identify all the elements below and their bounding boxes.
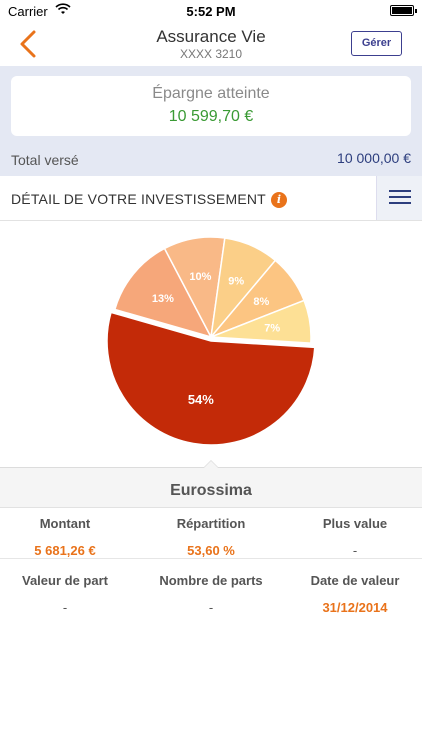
amount-header: Montant: [39, 516, 91, 531]
total-paid-value: 10 000,00 €: [337, 150, 411, 166]
unit-value-header: Valeur de part: [22, 573, 108, 588]
pie-slice-label: 7%: [264, 322, 280, 334]
fund-header: Eurossima: [0, 468, 422, 508]
pie-chart: 54% 13% 10% 9% 8% 7%: [106, 236, 316, 446]
savings-card: Épargne atteinte 10 599,70 €: [11, 76, 411, 136]
hamburger-icon-line: [389, 196, 411, 198]
unit-count-header: Nombre de parts: [159, 573, 263, 588]
value-date-header: Date de valeur: [310, 573, 400, 588]
navigation-bar: Assurance Vie XXXX 3210 Gérer: [0, 22, 422, 66]
hamburger-icon: [389, 190, 411, 192]
capital-gain-cell: Plus value -: [285, 516, 422, 558]
allocation-chart: 54% 13% 10% 9% 8% 7%: [0, 221, 422, 467]
allocation-value: 53,60 %: [187, 543, 235, 558]
total-paid-label: Total versé: [11, 152, 79, 168]
capital-gain-value: -: [352, 543, 358, 558]
investment-section-header: DÉTAIL DE VOTRE INVESTISSEMENT i: [0, 176, 422, 221]
capital-gain-header: Plus value: [322, 516, 388, 531]
manage-button[interactable]: Gérer: [351, 31, 402, 56]
savings-value: 10 599,70 €: [168, 108, 254, 125]
pie-slice-label: 54%: [188, 392, 214, 407]
pointer-caret-fill: [204, 461, 218, 468]
list-view-button[interactable]: [376, 176, 422, 220]
status-time: 5:52 PM: [186, 4, 236, 19]
fund-name: Eurossima: [170, 482, 252, 499]
value-date-value: 31/12/2014: [322, 600, 388, 615]
amount-value: 5 681,26 €: [34, 543, 96, 558]
allocation-cell: Répartition 53,60 %: [141, 516, 281, 558]
pie-slice-label: 13%: [152, 293, 174, 305]
allocation-header: Répartition: [176, 516, 246, 531]
status-bar: Carrier 5:52 PM: [0, 0, 422, 22]
fund-detail-panel: Eurossima Montant 5 681,26 € Répartition…: [0, 460, 422, 750]
pie-slice-label: 9%: [228, 275, 244, 287]
value-date-cell: Date de valeur 31/12/2014: [285, 573, 422, 615]
battery-icon: [390, 5, 417, 16]
section-title: DÉTAIL DE VOTRE INVESTISSEMENT: [11, 191, 266, 207]
hamburger-icon-line: [389, 202, 411, 204]
pie-slice-label: 10%: [189, 271, 211, 283]
unit-count-value: -: [208, 600, 214, 615]
amount-cell: Montant 5 681,26 €: [0, 516, 135, 558]
pie-slice-label: 8%: [253, 296, 269, 308]
savings-label: Épargne atteinte: [152, 85, 270, 102]
unit-value-cell: Valeur de part -: [0, 573, 135, 615]
row-divider: [0, 558, 422, 559]
info-icon[interactable]: i: [271, 192, 287, 208]
unit-value-value: -: [62, 600, 68, 615]
unit-count-cell: Nombre de parts -: [141, 573, 281, 615]
summary-area: Épargne atteinte 10 599,70 € Total versé…: [0, 66, 422, 176]
